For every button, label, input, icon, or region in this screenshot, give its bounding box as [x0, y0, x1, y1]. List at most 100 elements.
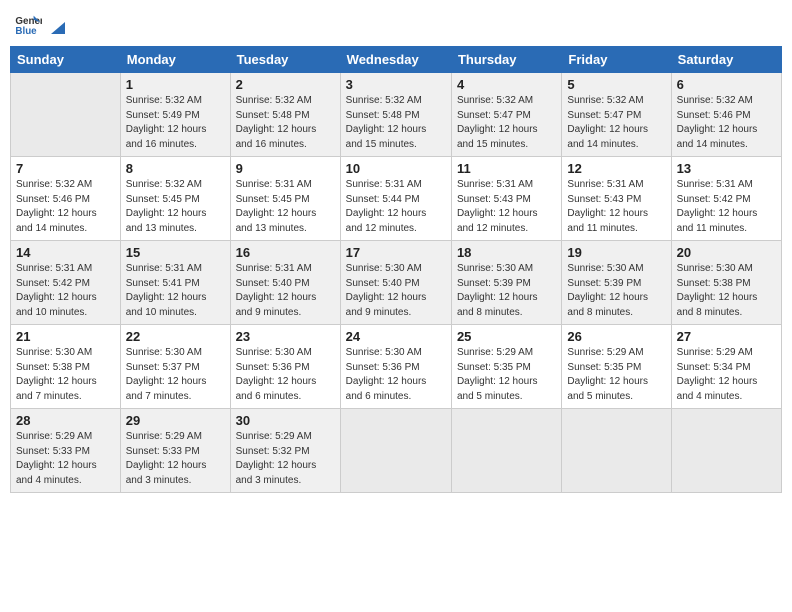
day-number: 2 — [236, 77, 335, 92]
day-number: 4 — [457, 77, 556, 92]
calendar-cell: 6 Sunrise: 5:32 AM Sunset: 5:46 PM Daylig… — [671, 73, 781, 157]
day-number: 9 — [236, 161, 335, 176]
day-number: 21 — [16, 329, 115, 344]
day-number: 27 — [677, 329, 776, 344]
day-number: 14 — [16, 245, 115, 260]
day-info: Sunrise: 5:31 AM Sunset: 5:41 PM Dayligh… — [126, 262, 225, 320]
calendar-cell: 15Sunrise: 5:31 AM Sunset: 5:41 PM Dayli… — [120, 241, 230, 325]
day-info: Sunrise: 5:30 AM Sunset: 5:38 PM Dayligh… — [16, 346, 115, 404]
day-info: Sunrise: 5:31 AM Sunset: 5:42 PM Dayligh… — [677, 178, 776, 236]
calendar-cell: 11 Sunrise: 5:31 AM Sunset: 5:43 PM Dayli… — [451, 157, 561, 241]
calendar-cell: 18 Sunrise: 5:30 AM Sunset: 5:39 PM Dayli… — [451, 241, 561, 325]
day-number: 10 — [346, 161, 446, 176]
day-info: Sunrise: 5:32 AM Sunset: 5:48 PM Dayligh… — [236, 94, 335, 152]
calendar-cell: 30 Sunrise: 5:29 AM Sunset: 5:32 PM Dayli… — [230, 409, 340, 493]
calendar-cell — [11, 73, 121, 157]
day-info: Sunrise: 5:30 AM Sunset: 5:40 PM Dayligh… — [346, 262, 446, 320]
day-info: Sunrise: 5:31 AM Sunset: 5:43 PM Dayligh… — [567, 178, 665, 236]
day-info: Sunrise: 5:29 AM Sunset: 5:33 PM Dayligh… — [126, 430, 225, 488]
col-header-friday: Friday — [562, 47, 671, 73]
calendar-cell: 14 Sunrise: 5:31 AM Sunset: 5:42 PM Dayli… — [11, 241, 121, 325]
day-number: 5 — [567, 77, 665, 92]
day-info: Sunrise: 5:30 AM Sunset: 5:37 PM Dayligh… — [126, 346, 225, 404]
calendar-cell: 9 Sunrise: 5:31 AM Sunset: 5:45 PM Daylig… — [230, 157, 340, 241]
day-info: Sunrise: 5:31 AM Sunset: 5:40 PM Dayligh… — [236, 262, 335, 320]
calendar-cell: 13 Sunrise: 5:31 AM Sunset: 5:42 PM Dayli… — [671, 157, 781, 241]
day-number: 16 — [236, 245, 335, 260]
day-number: 20 — [677, 245, 776, 260]
calendar-cell: 29 Sunrise: 5:29 AM Sunset: 5:33 PM Dayli… — [120, 409, 230, 493]
day-info: Sunrise: 5:32 AM Sunset: 5:45 PM Dayligh… — [126, 178, 225, 236]
day-info: Sunrise: 5:29 AM Sunset: 5:33 PM Dayligh… — [16, 430, 115, 488]
page-header: General Blue — [10, 10, 782, 38]
calendar-cell: 7Sunrise: 5:32 AM Sunset: 5:46 PM Daylig… — [11, 157, 121, 241]
day-info: Sunrise: 5:32 AM Sunset: 5:46 PM Dayligh… — [16, 178, 115, 236]
day-info: Sunrise: 5:32 AM Sunset: 5:47 PM Dayligh… — [567, 94, 665, 152]
day-info: Sunrise: 5:30 AM Sunset: 5:38 PM Dayligh… — [677, 262, 776, 320]
day-info: Sunrise: 5:30 AM Sunset: 5:36 PM Dayligh… — [346, 346, 446, 404]
day-number: 22 — [126, 329, 225, 344]
calendar-cell: 28 Sunrise: 5:29 AM Sunset: 5:33 PM Dayli… — [11, 409, 121, 493]
logo: General Blue — [14, 10, 70, 38]
calendar-cell: 12 Sunrise: 5:31 AM Sunset: 5:43 PM Dayli… — [562, 157, 671, 241]
day-number: 17 — [346, 245, 446, 260]
day-info: Sunrise: 5:30 AM Sunset: 5:39 PM Dayligh… — [457, 262, 556, 320]
col-header-tuesday: Tuesday — [230, 47, 340, 73]
day-info: Sunrise: 5:32 AM Sunset: 5:47 PM Dayligh… — [457, 94, 556, 152]
day-number: 13 — [677, 161, 776, 176]
calendar-cell: 4 Sunrise: 5:32 AM Sunset: 5:47 PM Daylig… — [451, 73, 561, 157]
day-info: Sunrise: 5:29 AM Sunset: 5:35 PM Dayligh… — [457, 346, 556, 404]
calendar-cell — [562, 409, 671, 493]
calendar-table: SundayMondayTuesdayWednesdayThursdayFrid… — [10, 46, 782, 493]
calendar-cell: 5 Sunrise: 5:32 AM Sunset: 5:47 PM Daylig… — [562, 73, 671, 157]
calendar-cell: 26Sunrise: 5:29 AM Sunset: 5:35 PM Dayli… — [562, 325, 671, 409]
calendar-week-row: 1Sunrise: 5:32 AM Sunset: 5:49 PM Daylig… — [11, 73, 782, 157]
day-info: Sunrise: 5:31 AM Sunset: 5:45 PM Dayligh… — [236, 178, 335, 236]
calendar-cell — [451, 409, 561, 493]
day-info: Sunrise: 5:31 AM Sunset: 5:44 PM Dayligh… — [346, 178, 446, 236]
day-info: Sunrise: 5:29 AM Sunset: 5:35 PM Dayligh… — [567, 346, 665, 404]
day-number: 28 — [16, 413, 115, 428]
calendar-cell: 19 Sunrise: 5:30 AM Sunset: 5:39 PM Dayli… — [562, 241, 671, 325]
calendar-cell: 8 Sunrise: 5:32 AM Sunset: 5:45 PM Daylig… — [120, 157, 230, 241]
day-info: Sunrise: 5:31 AM Sunset: 5:43 PM Dayligh… — [457, 178, 556, 236]
col-header-monday: Monday — [120, 47, 230, 73]
calendar-cell — [340, 409, 451, 493]
calendar-cell: 21 Sunrise: 5:30 AM Sunset: 5:38 PM Dayli… — [11, 325, 121, 409]
calendar-week-row: 28 Sunrise: 5:29 AM Sunset: 5:33 PM Dayli… — [11, 409, 782, 493]
day-info: Sunrise: 5:31 AM Sunset: 5:42 PM Dayligh… — [16, 262, 115, 320]
day-number: 29 — [126, 413, 225, 428]
day-info: Sunrise: 5:30 AM Sunset: 5:39 PM Dayligh… — [567, 262, 665, 320]
col-header-thursday: Thursday — [451, 47, 561, 73]
day-number: 6 — [677, 77, 776, 92]
svg-text:Blue: Blue — [15, 26, 37, 37]
day-number: 8 — [126, 161, 225, 176]
calendar-cell: 23 Sunrise: 5:30 AM Sunset: 5:36 PM Dayli… — [230, 325, 340, 409]
col-header-saturday: Saturday — [671, 47, 781, 73]
day-info: Sunrise: 5:32 AM Sunset: 5:48 PM Dayligh… — [346, 94, 446, 152]
calendar-week-row: 7Sunrise: 5:32 AM Sunset: 5:46 PM Daylig… — [11, 157, 782, 241]
calendar-cell: 25Sunrise: 5:29 AM Sunset: 5:35 PM Dayli… — [451, 325, 561, 409]
day-number: 11 — [457, 161, 556, 176]
day-number: 30 — [236, 413, 335, 428]
day-info: Sunrise: 5:30 AM Sunset: 5:36 PM Dayligh… — [236, 346, 335, 404]
day-number: 18 — [457, 245, 556, 260]
col-header-wednesday: Wednesday — [340, 47, 451, 73]
day-number: 12 — [567, 161, 665, 176]
calendar-cell: 2 Sunrise: 5:32 AM Sunset: 5:48 PM Daylig… — [230, 73, 340, 157]
calendar-cell: 27Sunrise: 5:29 AM Sunset: 5:34 PM Dayli… — [671, 325, 781, 409]
day-number: 19 — [567, 245, 665, 260]
calendar-cell: 16 Sunrise: 5:31 AM Sunset: 5:40 PM Dayli… — [230, 241, 340, 325]
calendar-cell: 10 Sunrise: 5:31 AM Sunset: 5:44 PM Dayli… — [340, 157, 451, 241]
day-info: Sunrise: 5:32 AM Sunset: 5:46 PM Dayligh… — [677, 94, 776, 152]
day-number: 3 — [346, 77, 446, 92]
calendar-week-row: 14 Sunrise: 5:31 AM Sunset: 5:42 PM Dayli… — [11, 241, 782, 325]
logo-triangle-icon — [47, 16, 69, 38]
calendar-cell: 24 Sunrise: 5:30 AM Sunset: 5:36 PM Dayli… — [340, 325, 451, 409]
day-number: 23 — [236, 329, 335, 344]
day-info: Sunrise: 5:32 AM Sunset: 5:49 PM Dayligh… — [126, 94, 225, 152]
day-number: 24 — [346, 329, 446, 344]
calendar-cell: 20 Sunrise: 5:30 AM Sunset: 5:38 PM Dayli… — [671, 241, 781, 325]
col-header-sunday: Sunday — [11, 47, 121, 73]
day-info: Sunrise: 5:29 AM Sunset: 5:32 PM Dayligh… — [236, 430, 335, 488]
